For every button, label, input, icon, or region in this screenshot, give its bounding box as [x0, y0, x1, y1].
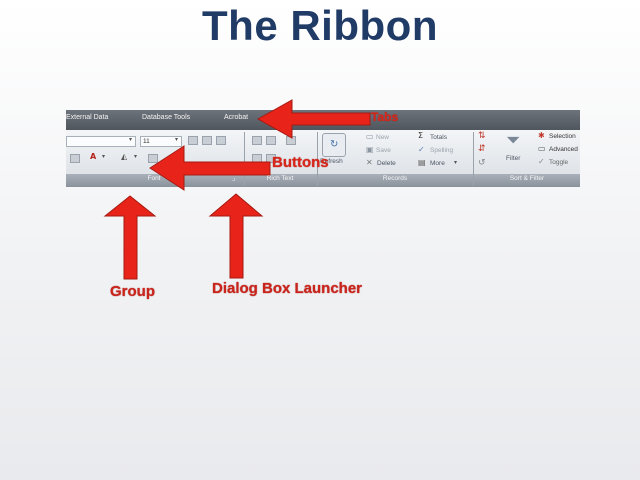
tabs-arrow: [258, 100, 370, 138]
tabs-annotation: Tabs: [371, 110, 399, 124]
group-annotation: Group: [110, 283, 155, 300]
annotation-arrows: [103, 99, 371, 280]
dialog-launcher-arrow: [210, 194, 262, 278]
buttons-annotation: Buttons: [272, 154, 329, 171]
buttons-arrow: [150, 146, 270, 190]
dialog-box-launcher-annotation: Dialog Box Launcher: [212, 280, 363, 297]
group-arrow: [105, 196, 155, 279]
